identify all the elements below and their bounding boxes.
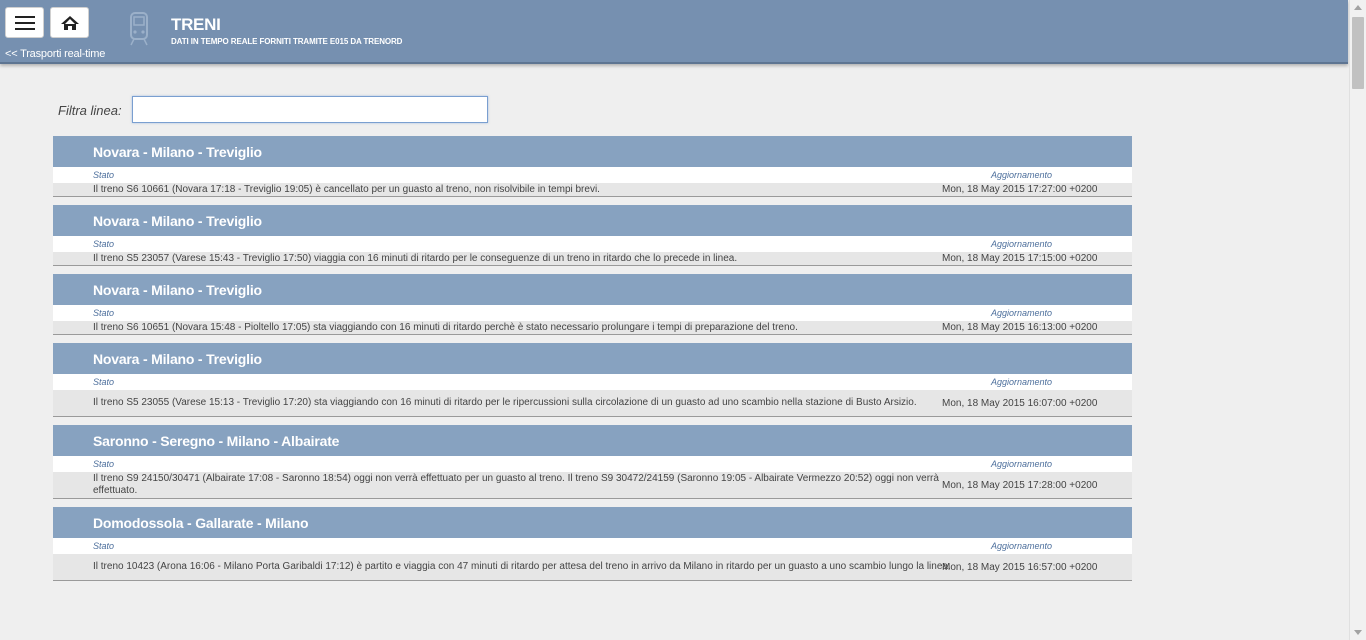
line-name: Novara - Milano - Treviglio [53,274,1132,305]
scroll-up-arrow-icon[interactable] [1354,5,1362,10]
list-item: Novara - Milano - Treviglio Stato Aggior… [53,136,1132,197]
status-text: Il treno S5 23055 (Varese 15:13 - Trevig… [93,397,917,408]
table-row: Il treno S6 10651 (Novara 15:48 - Piolte… [53,321,1132,334]
stato-label: Stato [93,459,115,469]
stato-label: Stato [93,170,115,180]
status-text: Il treno S9 24150/30471 (Albairate 17:08… [93,473,939,496]
back-link-trasporti[interactable]: << Trasporti real-time [5,48,105,60]
aggiornamento-label: Aggiornamento [991,239,1053,249]
column-labels: Stato Aggiornamento [53,167,1132,183]
line-name: Novara - Milano - Treviglio [53,136,1132,167]
aggiornamento-label: Aggiornamento [991,459,1053,469]
table-row: Il treno S5 23057 (Varese 15:43 - Trevig… [53,252,1132,265]
line-name: Domodossola - Gallarate - Milano [53,507,1132,538]
update-time: Mon, 18 May 2015 17:15:00 +0200 [942,253,1098,264]
filter-label: Filtra linea: [58,103,122,118]
update-time: Mon, 18 May 2015 16:07:00 +0200 [942,397,1098,409]
scroll-down-arrow-icon[interactable] [1354,630,1362,635]
stato-label: Stato [93,308,115,318]
status-text: Il treno S5 23057 (Varese 15:43 - Trevig… [93,252,738,264]
page-title: TRENI [171,15,221,34]
app-header: << Trasporti real-time TRENI DATI IN TEM… [0,0,1348,64]
list-item: Novara - Milano - Treviglio Stato Aggior… [53,274,1132,335]
train-status-list: Novara - Milano - Treviglio Stato Aggior… [53,136,1132,589]
list-item: Novara - Milano - Treviglio Stato Aggior… [53,205,1132,266]
column-labels: Stato Aggiornamento [53,374,1132,390]
update-time: Mon, 18 May 2015 16:13:00 +0200 [942,322,1098,333]
status-text: Il treno S6 10661 (Novara 17:18 - Trevig… [93,183,600,195]
page-subtitle: DATI IN TEMPO REALE FORNITI TRAMITE E015… [171,37,403,46]
list-item: Domodossola - Gallarate - Milano Stato A… [53,507,1132,581]
list-item: Novara - Milano - Treviglio Stato Aggior… [53,343,1132,417]
train-icon [130,12,148,46]
update-time: Mon, 18 May 2015 16:57:00 +0200 [942,561,1098,573]
stato-label: Stato [93,239,115,249]
stato-label: Stato [93,541,115,551]
vertical-scrollbar[interactable] [1349,0,1366,640]
aggiornamento-label: Aggiornamento [991,170,1053,180]
status-text: Il treno S6 10651 (Novara 15:48 - Piolte… [93,321,798,333]
status-text: Il treno 10423 (Arona 16:06 - Milano Por… [93,561,951,572]
home-icon [60,15,79,30]
scrollbar-thumb[interactable] [1352,17,1364,89]
line-name: Novara - Milano - Treviglio [53,343,1132,374]
column-labels: Stato Aggiornamento [53,456,1132,472]
line-name: Saronno - Seregno - Milano - Albairate [53,425,1132,456]
aggiornamento-label: Aggiornamento [991,377,1053,387]
update-time: Mon, 18 May 2015 17:27:00 +0200 [942,184,1098,195]
aggiornamento-label: Aggiornamento [991,541,1053,551]
column-labels: Stato Aggiornamento [53,538,1132,554]
table-row: Il treno S9 24150/30471 (Albairate 17:08… [53,472,1132,498]
home-button[interactable] [50,7,89,38]
table-row: Il treno S6 10661 (Novara 17:18 - Trevig… [53,183,1132,196]
filter-line-input[interactable] [132,96,488,123]
column-labels: Stato Aggiornamento [53,305,1132,321]
stato-label: Stato [93,377,115,387]
hamburger-icon [14,15,35,30]
update-time: Mon, 18 May 2015 17:28:00 +0200 [942,479,1098,491]
table-row: Il treno 10423 (Arona 16:06 - Milano Por… [53,554,1132,580]
menu-button[interactable] [5,7,44,38]
column-labels: Stato Aggiornamento [53,236,1132,252]
aggiornamento-label: Aggiornamento [991,308,1053,318]
line-name: Novara - Milano - Treviglio [53,205,1132,236]
list-item: Saronno - Seregno - Milano - Albairate S… [53,425,1132,499]
table-row: Il treno S5 23055 (Varese 15:13 - Trevig… [53,390,1132,416]
